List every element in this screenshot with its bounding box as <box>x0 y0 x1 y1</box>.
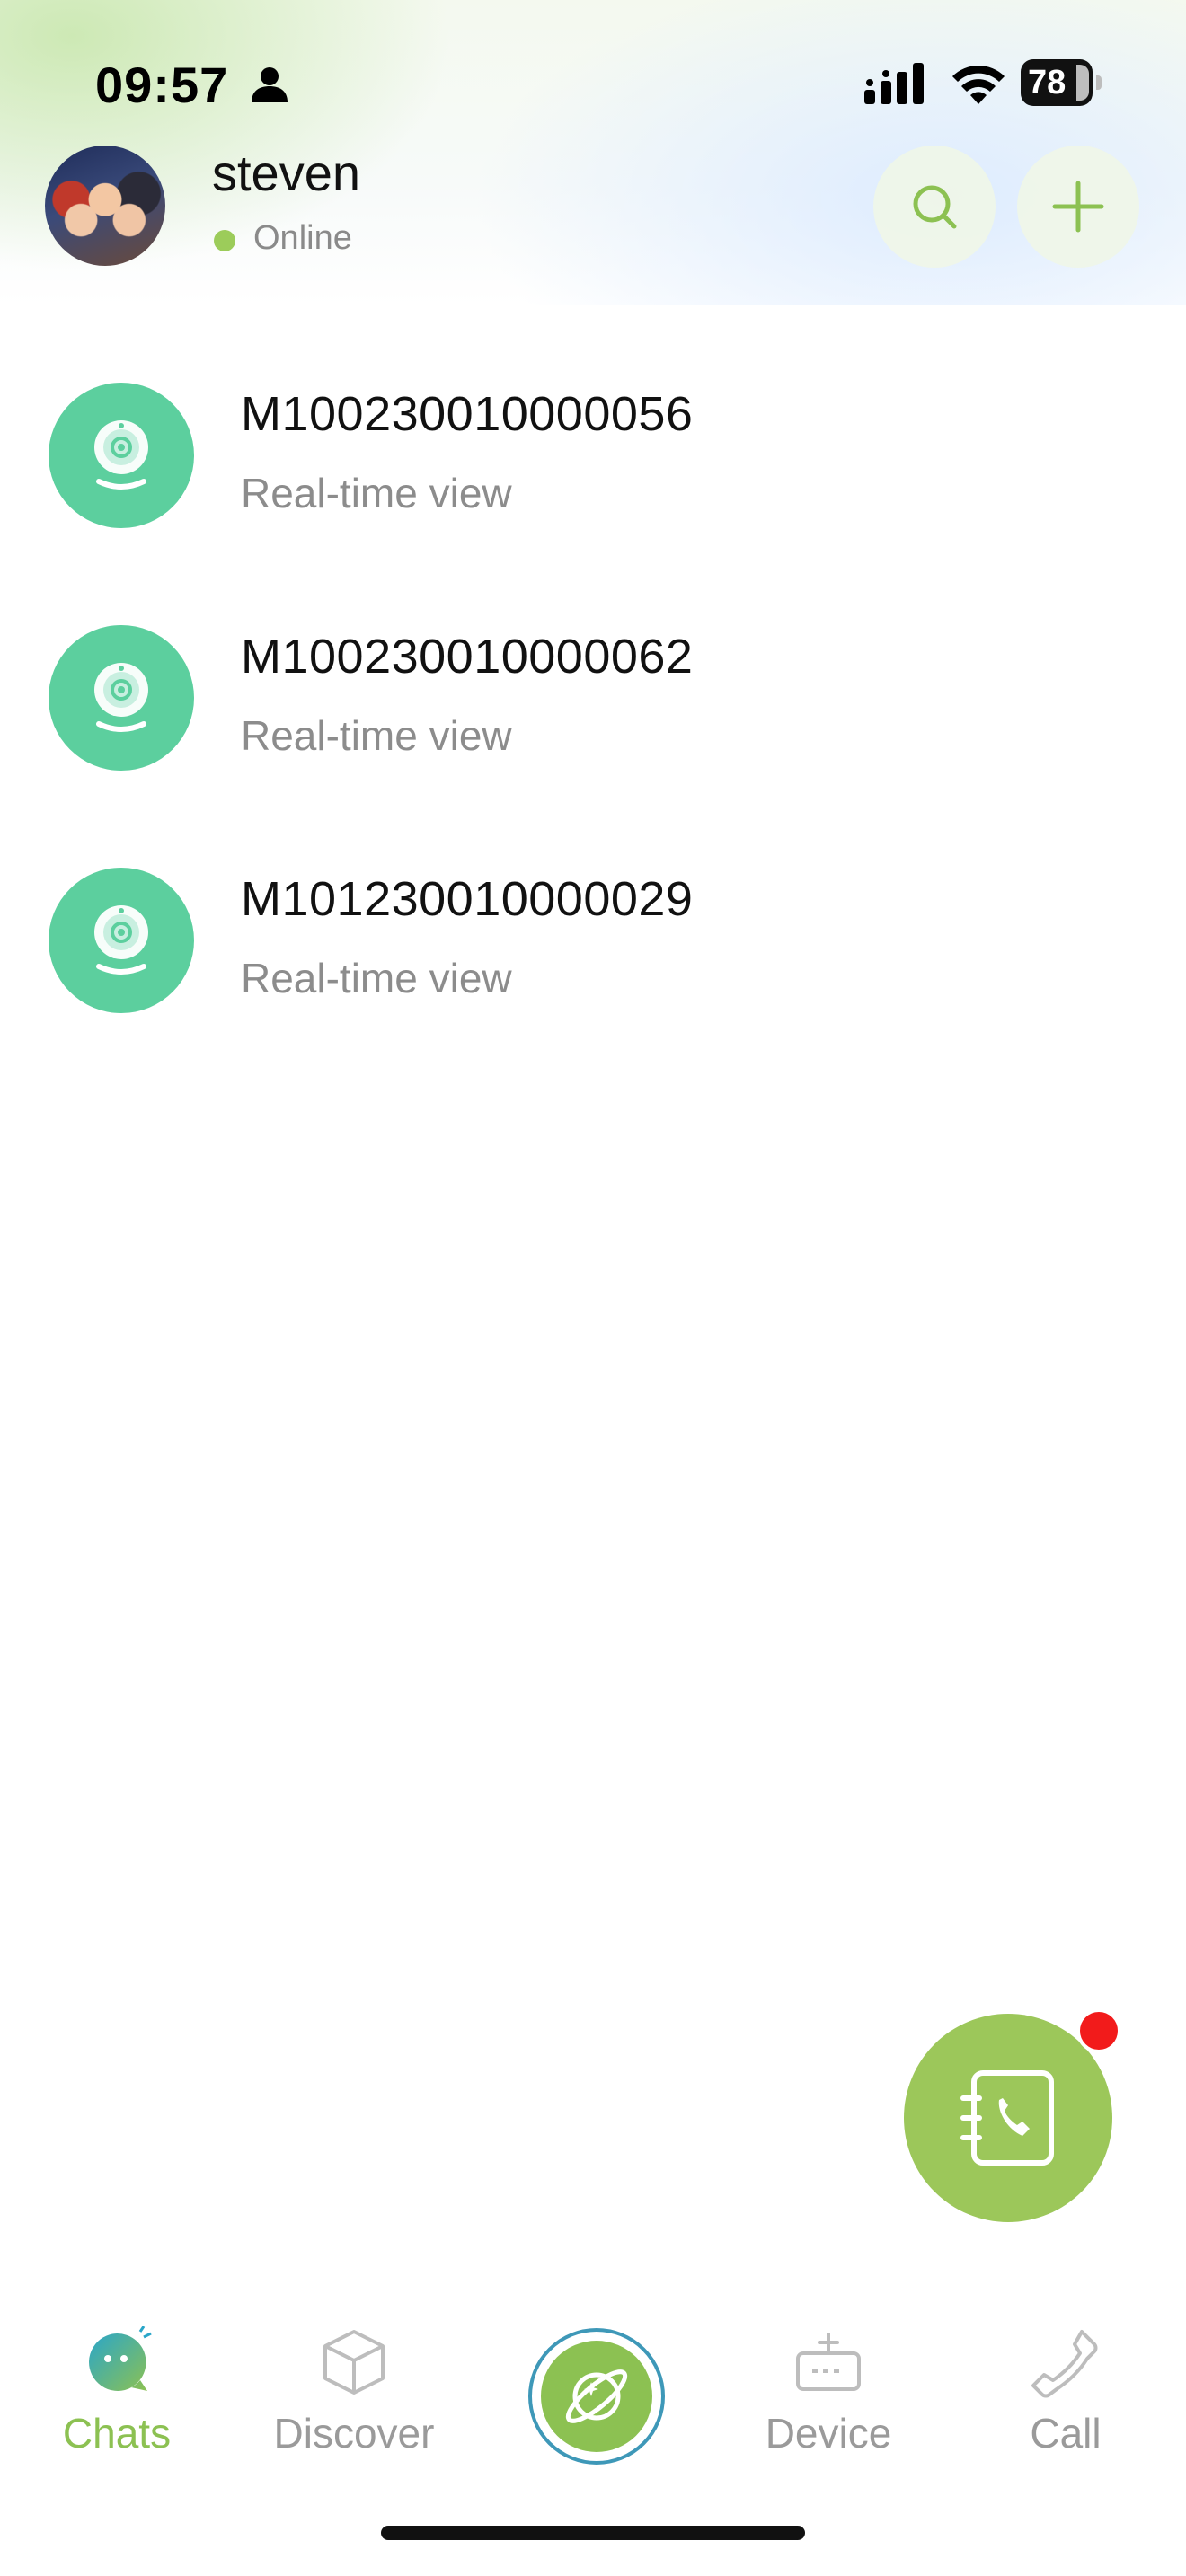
tab-call-label: Call <box>1030 2410 1102 2457</box>
camera-avatar <box>49 625 194 771</box>
tab-explore-center[interactable] <box>528 2328 665 2465</box>
cube-icon <box>323 2330 385 2395</box>
person-icon <box>252 67 288 102</box>
device-id: M100230010000056 <box>241 387 694 441</box>
online-status-text: Online <box>253 219 352 257</box>
list-item[interactable]: M100230010000062 Real-time view <box>0 602 1186 808</box>
username: steven <box>212 145 360 201</box>
device-subtitle: Real-time view <box>241 712 512 759</box>
plus-icon <box>1052 181 1104 233</box>
camera-icon <box>94 905 148 975</box>
phone-icon <box>1031 2330 1098 2398</box>
chat-bubble-icon <box>89 2326 152 2391</box>
camera-avatar <box>49 868 194 1013</box>
tab-call[interactable]: Call <box>976 2299 1155 2479</box>
tab-device-label: Device <box>765 2410 892 2457</box>
wifi-icon <box>952 65 1005 104</box>
search-button[interactable] <box>873 146 996 268</box>
device-id: M101230010000029 <box>241 872 694 926</box>
phone-book-icon <box>960 2070 1054 2166</box>
planet-icon <box>565 2369 628 2423</box>
device-subtitle: Real-time view <box>241 955 512 1001</box>
home-indicator <box>381 2526 805 2540</box>
center-tab-fill <box>541 2341 652 2452</box>
camera-icon <box>94 663 148 732</box>
camera-icon <box>94 420 148 490</box>
cellular-signal-icon <box>864 63 924 104</box>
tab-chats-label: Chats <box>62 2410 172 2457</box>
tab-chats[interactable]: Chats <box>27 2299 207 2479</box>
device-id: M100230010000062 <box>241 630 694 684</box>
list-item[interactable]: M101230010000029 Real-time view <box>0 844 1186 1051</box>
status-bar: 09:57 78 <box>0 0 1186 162</box>
add-button[interactable] <box>1017 146 1139 268</box>
tab-discover[interactable]: Discover <box>264 2299 444 2479</box>
online-status-dot <box>214 230 235 251</box>
device-icon <box>796 2333 861 2391</box>
tab-discover-label: Discover <box>273 2410 435 2457</box>
tab-device[interactable]: Device <box>739 2299 918 2479</box>
device-subtitle: Real-time view <box>241 470 512 516</box>
avatar[interactable] <box>45 146 165 266</box>
list-item[interactable]: M100230010000056 Real-time view <box>0 359 1186 566</box>
status-time: 09:57 <box>95 57 229 113</box>
battery-icon: 78 <box>1021 59 1103 106</box>
camera-avatar <box>49 383 194 528</box>
search-icon <box>913 185 957 229</box>
notification-badge <box>1076 2008 1121 2053</box>
battery-level: 78 <box>1028 64 1067 101</box>
